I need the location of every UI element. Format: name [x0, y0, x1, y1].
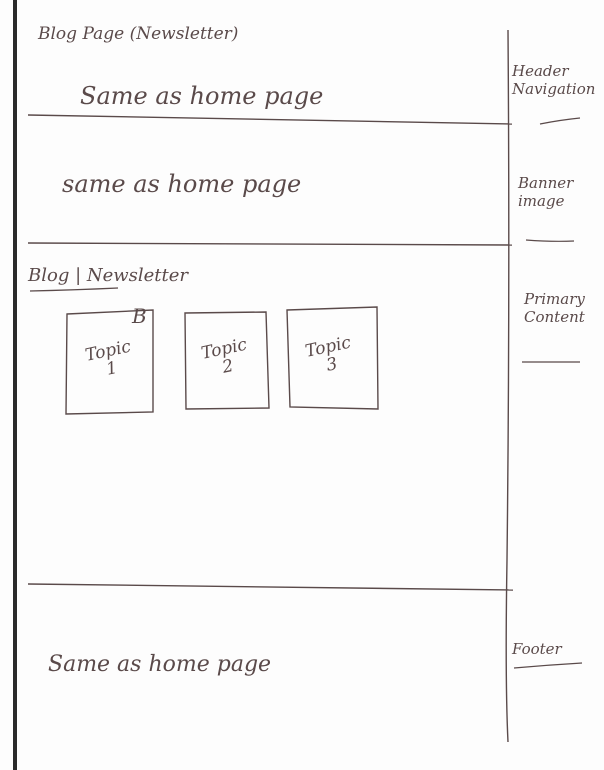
banner-annotation: Banner image — [518, 174, 574, 210]
header-note: Same as home page — [80, 82, 324, 110]
content-heading-underline — [29, 287, 119, 292]
header-divider — [27, 114, 513, 125]
footer-annotation-line — [513, 662, 583, 669]
sketch-page: Blog Page (Newsletter) Same as home page… — [0, 0, 604, 770]
header-annotation: Header Navigation — [512, 62, 596, 98]
content-heading: Blog | Newsletter — [28, 265, 189, 286]
banner-note: same as home page — [62, 170, 302, 198]
footer-divider — [27, 583, 514, 591]
page-title: Blog Page (Newsletter) — [38, 24, 239, 44]
footer-annotation: Footer — [512, 640, 562, 658]
primary-annotation: Primary Content — [524, 290, 585, 326]
banner-divider — [27, 242, 513, 246]
header-annotation-line — [539, 117, 581, 125]
footer-note: Same as home page — [48, 652, 272, 677]
margin-divider — [505, 29, 510, 743]
topic-card-1-mark: B — [132, 304, 147, 328]
banner-annotation-line — [525, 239, 575, 242]
